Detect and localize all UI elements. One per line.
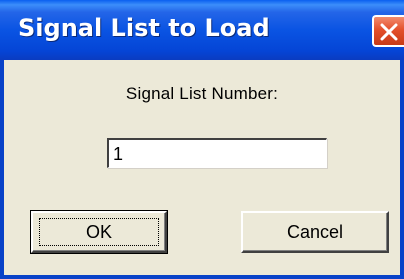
title-bar[interactable]: Signal List to Load [0, 0, 404, 60]
close-icon [380, 23, 398, 41]
cancel-button-label: Cancel [286, 222, 344, 242]
cancel-button[interactable]: Cancel [241, 211, 389, 253]
signal-list-number-input[interactable] [107, 138, 327, 168]
ok-button-label: OK [85, 222, 112, 242]
window-title: Signal List to Load [18, 14, 270, 42]
ok-button[interactable]: OK [30, 210, 168, 254]
signal-list-number-label: Signal List Number: [125, 84, 279, 103]
close-button[interactable] [372, 15, 404, 47]
dialog-window: Signal List to Load Signal List Number: … [0, 0, 404, 279]
